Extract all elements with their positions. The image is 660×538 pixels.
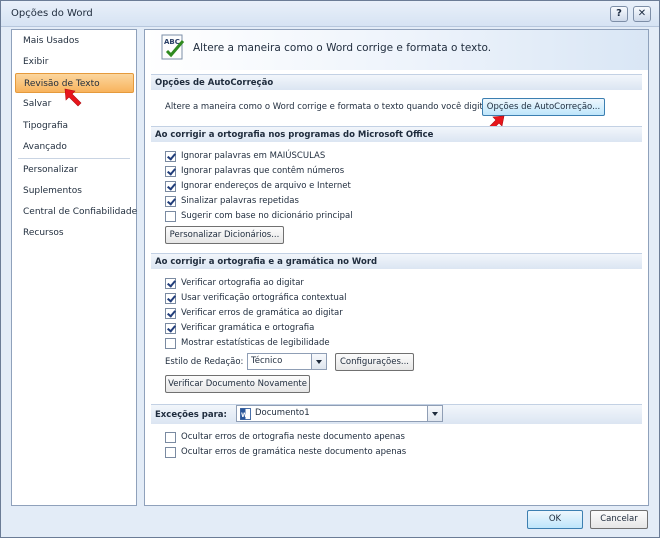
writing-style-label: Estilo de Redação: — [165, 357, 244, 367]
checkbox-label: Usar verificação ortográfica contextual — [181, 293, 347, 303]
writing-style-select[interactable]: Técnico — [247, 353, 327, 370]
office-spelling-section-header: Ao corrigir a ortografia nos programas d… — [151, 126, 642, 142]
checkbox[interactable] — [165, 432, 176, 443]
checkbox-label: Ignorar endereços de arquivo e Internet — [181, 181, 351, 191]
sidebar-item-mais-usados[interactable]: Mais Usados — [23, 36, 79, 46]
sidebar-item-tipografia[interactable]: Tipografia — [23, 121, 68, 131]
autocorrect-section-header: Opções de AutoCorreção — [151, 74, 642, 90]
sidebar-item-salvar[interactable]: Salvar — [23, 99, 51, 109]
red-arrow-marker-icon — [64, 88, 82, 107]
checkbox[interactable] — [165, 181, 176, 192]
checkbox-label: Verificar erros de gramática ao digitar — [181, 308, 343, 318]
checkbox[interactable] — [165, 166, 176, 177]
checkbox[interactable] — [165, 293, 176, 304]
writing-style-value: Técnico — [251, 356, 283, 366]
sidebar: Mais Usados Exibir Revisão de Texto Salv… — [11, 29, 137, 506]
word-spelling-section-header: Ao corrigir a ortografia e a gramática n… — [151, 253, 642, 269]
exceptions-label: Exceções para: — [155, 410, 227, 420]
window-title: Opções do Word — [11, 8, 93, 19]
exceptions-document-select[interactable]: W Documento1 — [236, 405, 443, 422]
page-banner: ABC Altere a maneira como o Word corrige… — [145, 30, 648, 70]
checkbox[interactable] — [165, 151, 176, 162]
chevron-down-icon[interactable] — [427, 406, 442, 421]
abc-check-icon: ABC — [161, 34, 185, 60]
page-heading: Altere a maneira como o Word corrige e f… — [193, 42, 492, 54]
checkbox-label: Ignorar palavras em MAIÚSCULAS — [181, 151, 326, 161]
recheck-document-button[interactable]: Verificar Documento Novamente — [165, 375, 310, 393]
sidebar-item-recursos[interactable]: Recursos — [23, 228, 64, 238]
checkbox[interactable] — [165, 278, 176, 289]
checkbox-label: Sinalizar palavras repetidas — [181, 196, 299, 206]
checkbox[interactable] — [165, 211, 176, 222]
main-panel: ABC Altere a maneira como o Word corrige… — [144, 29, 649, 506]
checkbox-label: Ignorar palavras que contêm números — [181, 166, 345, 176]
checkbox[interactable] — [165, 196, 176, 207]
checkbox-label: Mostrar estatísticas de legibilidade — [181, 338, 330, 348]
sidebar-item-avancado[interactable]: Avançado — [23, 142, 67, 152]
sidebar-item-central-de-confiabilidade[interactable]: Central de Confiabilidade — [23, 207, 137, 217]
title-bar: Opções do Word ? ✕ — [1, 1, 659, 27]
checkbox[interactable] — [165, 447, 176, 458]
checkbox-label: Ocultar erros de ortografia neste docume… — [181, 432, 405, 442]
checkbox-label: Ocultar erros de gramática neste documen… — [181, 447, 407, 457]
word-options-dialog: Opções do Word ? ✕ Mais Usados Exibir Re… — [0, 0, 660, 538]
checkbox-label: Verificar gramática e ortografia — [181, 323, 315, 333]
checkbox[interactable] — [165, 308, 176, 319]
customize-dictionaries-button[interactable]: Personalizar Dicionários... — [165, 226, 284, 244]
svg-text:ABC: ABC — [164, 38, 180, 46]
checkbox[interactable] — [165, 323, 176, 334]
sidebar-divider — [18, 158, 130, 159]
ok-button[interactable]: OK — [527, 510, 583, 529]
autocorrect-description: Altere a maneira como o Word corrige e f… — [165, 102, 491, 112]
checkbox-label: Verificar ortografia ao digitar — [181, 278, 304, 288]
help-button[interactable]: ? — [610, 6, 628, 22]
cancel-button[interactable]: Cancelar — [590, 510, 648, 529]
checkbox[interactable] — [165, 338, 176, 349]
chevron-down-icon[interactable] — [311, 354, 326, 369]
svg-text:W: W — [241, 412, 248, 419]
sidebar-item-exibir[interactable]: Exibir — [23, 57, 48, 67]
sidebar-item-personalizar[interactable]: Personalizar — [23, 165, 78, 175]
checkbox-label: Sugerir com base no dicionário principal — [181, 211, 353, 221]
exceptions-document-value: Documento1 — [255, 408, 310, 418]
settings-button[interactable]: Configurações... — [335, 353, 414, 371]
close-button[interactable]: ✕ — [633, 6, 651, 22]
sidebar-item-suplementos[interactable]: Suplementos — [23, 186, 82, 196]
word-document-icon: W — [240, 408, 251, 420]
